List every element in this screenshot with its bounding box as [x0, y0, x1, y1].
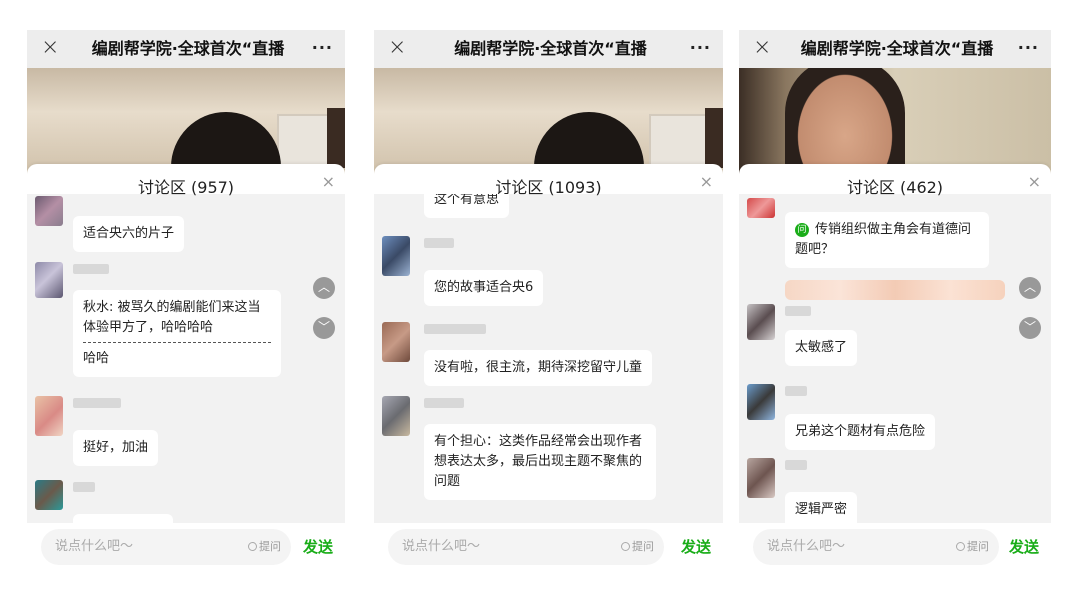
message-bubble: 有个担心：这类作品经常会出现作者想表达太多，最后出现主题不聚焦的问题: [424, 424, 656, 500]
scroll-down-button[interactable]: ﹀: [1019, 317, 1041, 339]
message-list[interactable]: 这个有意思 您的故事适合央6 没有啦，很主流，期待深挖留守儿童 有个担心：这类作…: [374, 194, 723, 524]
reply-text: 哈哈: [83, 351, 110, 366]
video-background-lamp: [705, 108, 723, 168]
input-placeholder: 说点什么吧～: [767, 539, 846, 554]
message-bubble: 兄弟这个题材有点危险: [785, 414, 936, 450]
message-bubble: 您的故事适合央6: [424, 270, 544, 306]
radio-icon: [621, 542, 630, 551]
nickname: [424, 398, 464, 408]
message-bubble: 适合央六的片子: [73, 216, 185, 252]
message-bubble: 逻辑严密: [785, 492, 858, 524]
page-title: 编剧帮学院·全球首次“直播: [91, 39, 285, 58]
discussion-panel: 讨论区 (1093) × 这个有意思 您的故事适合央6 没有啦，很主流，期待深挖…: [374, 164, 723, 573]
nickname: [424, 324, 486, 334]
chevron-up-icon: ︿: [1023, 280, 1036, 294]
send-button[interactable]: 发送: [681, 529, 711, 565]
ask-question-toggle[interactable]: 提问: [956, 529, 989, 565]
screen-2: × 编剧帮学院·全球首次“直播 ··· 讨论区 (1093) × 这个有意思 您…: [374, 30, 723, 573]
message-bubble: 没有啦，很主流，期待深挖留守儿童: [424, 350, 653, 386]
nickname: [424, 238, 454, 248]
comment-input[interactable]: 说点什么吧～ 提问: [753, 529, 999, 565]
question-badge-icon: 问: [795, 223, 809, 237]
ask-question-toggle[interactable]: 提问: [621, 529, 654, 565]
nickname: [785, 306, 811, 316]
avatar: [35, 196, 63, 226]
chevron-down-icon: ﹀: [1023, 320, 1036, 334]
discussion-panel: 讨论区 (462) × 问传销组织做主角会有道德问题吧？ 太敏感了 兄弟这个题材…: [739, 164, 1051, 573]
comment-input[interactable]: 说点什么吧～ 提问: [41, 529, 291, 565]
more-icon[interactable]: ···: [312, 30, 333, 66]
nickname: [73, 398, 121, 408]
nickname: [73, 482, 95, 492]
avatar: [747, 304, 775, 340]
chevron-down-icon: ﹀: [317, 320, 330, 334]
radio-icon: [956, 542, 965, 551]
more-icon[interactable]: ···: [1018, 30, 1039, 66]
message-list[interactable]: 适合央六的片子 秋水: 被骂久的编剧能们来这当体验甲方了，哈哈哈哈 哈哈 挺好，…: [27, 194, 345, 524]
nickname: [785, 386, 807, 396]
scroll-up-button[interactable]: ︿: [313, 277, 335, 299]
scroll-up-button[interactable]: ︿: [1019, 277, 1041, 299]
send-button[interactable]: 发送: [1009, 529, 1039, 565]
message-bubble: 挺好，加油: [73, 430, 159, 466]
message-list[interactable]: 问传销组织做主角会有道德问题吧？ 太敏感了 兄弟这个题材有点危险 逻辑严密: [739, 194, 1051, 524]
chevron-up-icon: ︿: [317, 280, 330, 294]
input-bar: 说点什么吧～ 提问 发送: [739, 523, 1051, 573]
blurred-message: [785, 280, 1005, 300]
input-bar: 说点什么吧～ 提问 发送: [374, 523, 723, 573]
live-video[interactable]: [739, 68, 1051, 178]
screen-3: × 编剧帮学院·全球首次“直播 ··· 讨论区 (462) × 问传销组织做主角…: [739, 30, 1051, 573]
page-title: 编剧帮学院·全球首次“直播: [454, 39, 647, 58]
input-placeholder: 说点什么吧～: [55, 539, 134, 554]
page-title: 编剧帮学院·全球首次“直播: [800, 39, 994, 58]
live-video[interactable]: [374, 68, 723, 178]
close-icon[interactable]: ×: [753, 33, 771, 63]
ask-label: 提问: [967, 540, 989, 553]
nickname: [785, 460, 807, 470]
panel-close-icon[interactable]: ×: [1028, 172, 1041, 191]
scroll-down-button[interactable]: ﹀: [313, 317, 335, 339]
close-icon[interactable]: ×: [41, 33, 59, 63]
question-text: 传销组织做主角会有道德问题吧？: [795, 222, 972, 257]
avatar: [382, 236, 410, 276]
avatar: [747, 384, 775, 420]
ask-label: 提问: [632, 540, 654, 553]
avatar: [382, 322, 410, 362]
radio-icon: [248, 542, 257, 551]
title-bar: × 编剧帮学院·全球首次“直播 ···: [374, 30, 723, 68]
title-bar: × 编剧帮学院·全球首次“直播 ···: [739, 30, 1051, 68]
divider: [83, 342, 271, 343]
input-bar: 说点什么吧～ 提问 发送: [27, 523, 345, 573]
video-person: [785, 68, 905, 178]
quoted-text: 秋水: 被骂久的编剧能们来这当体验甲方了，哈哈哈哈: [83, 300, 261, 335]
panel-close-icon[interactable]: ×: [700, 172, 713, 191]
avatar: [35, 396, 63, 436]
avatar: [35, 262, 63, 298]
avatar: [747, 198, 775, 218]
screen-1: × 编剧帮学院·全球首次“直播 ··· 讨论区 (957) × 适合央六的片子 …: [27, 30, 345, 573]
ask-label: 提问: [259, 540, 281, 553]
avatar: [35, 480, 63, 510]
message-bubble: 问传销组织做主角会有道德问题吧？: [785, 212, 989, 268]
live-video[interactable]: [27, 68, 345, 178]
message-bubble: 这个有意思: [424, 194, 510, 218]
panel-close-icon[interactable]: ×: [322, 172, 335, 191]
title-bar: × 编剧帮学院·全球首次“直播 ···: [27, 30, 345, 68]
comment-input[interactable]: 说点什么吧～ 提问: [388, 529, 664, 565]
message-bubble: 太敏感了: [785, 330, 858, 366]
video-background-lamp: [327, 108, 345, 168]
avatar: [382, 396, 410, 436]
more-icon[interactable]: ···: [690, 30, 711, 66]
avatar: [747, 458, 775, 498]
input-placeholder: 说点什么吧～: [402, 539, 481, 554]
discussion-panel: 讨论区 (957) × 适合央六的片子 秋水: 被骂久的编剧能们来这当体验甲方了…: [27, 164, 345, 573]
close-icon[interactable]: ×: [388, 33, 406, 63]
message-bubble: 秋水: 被骂久的编剧能们来这当体验甲方了，哈哈哈哈 哈哈: [73, 290, 281, 377]
ask-question-toggle[interactable]: 提问: [248, 529, 281, 565]
nickname: [73, 264, 109, 274]
send-button[interactable]: 发送: [303, 529, 333, 565]
